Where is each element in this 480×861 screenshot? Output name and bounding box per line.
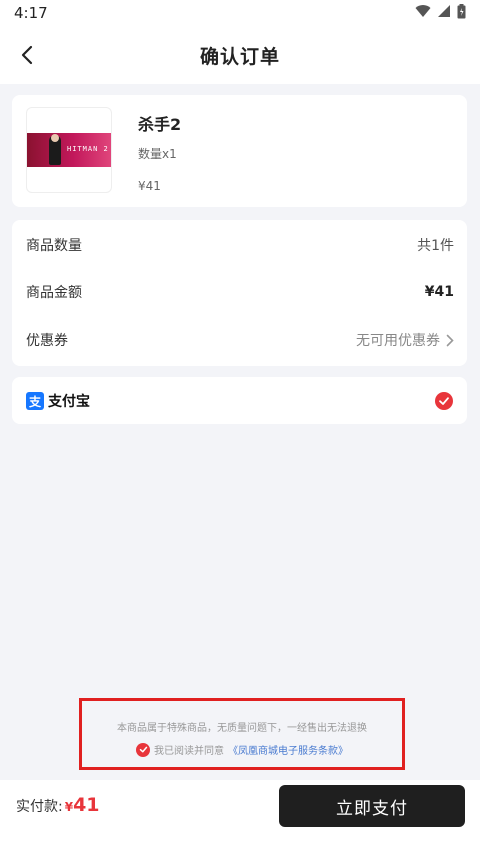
status-time: 4:17 <box>14 4 48 22</box>
check-icon <box>439 396 449 405</box>
summary-label: 商品数量 <box>26 238 82 254</box>
checkout-bar: 实付款: ¥41 立即支付 <box>0 780 480 861</box>
product-card[interactable]: HITMAN 2 杀手2 数量x1 ¥41 <box>12 95 467 207</box>
summary-value: 共1件 <box>417 238 454 254</box>
cover-figure-head <box>51 134 59 142</box>
order-summary-card: 商品数量 共1件 商品金额 ¥41 优惠券 无可用优惠券 <box>12 220 467 366</box>
total-group: 实付款: ¥41 <box>16 794 100 816</box>
page-title: 确认订单 <box>199 45 280 68</box>
agreement-row: 我已阅读并同意 《凤凰商城电子服务条款》 <box>82 742 402 757</box>
product-price: ¥41 <box>138 179 161 193</box>
summary-label: 商品金额 <box>26 285 82 301</box>
chevron-right-icon <box>446 334 454 346</box>
summary-value: ¥41 <box>424 284 454 300</box>
no-return-notice: 本商品属于特殊商品，无质量问题下，一经售出无法退换 <box>117 723 367 734</box>
payment-method-card[interactable]: 支 支付宝 <box>12 377 467 424</box>
signal-icon <box>437 4 451 22</box>
product-name: 杀手2 <box>138 115 182 134</box>
product-thumbnail[interactable]: HITMAN 2 <box>26 107 112 193</box>
status-icons <box>415 3 466 23</box>
coupon-value: 无可用优惠券 <box>356 333 440 349</box>
product-cover-art: HITMAN 2 <box>27 133 111 167</box>
page-header: 确认订单 <box>0 26 480 84</box>
battery-icon <box>457 3 466 23</box>
wifi-icon <box>415 4 431 22</box>
coupon-selector[interactable]: 无可用优惠券 <box>356 330 454 350</box>
summary-row-amount: 商品金额 ¥41 <box>26 280 454 304</box>
back-button[interactable] <box>12 40 42 70</box>
summary-row-quantity: 商品数量 共1件 <box>26 233 454 257</box>
alipay-icon: 支 <box>26 391 44 410</box>
order-confirm-screen: 4:17 确认订单 HITMAN 2 杀手2 数量x1 ¥41 商品数量 共1件… <box>0 0 480 861</box>
product-quantity: 数量x1 <box>138 147 177 161</box>
summary-label: 优惠券 <box>26 333 68 349</box>
pay-now-button[interactable]: 立即支付 <box>279 785 465 827</box>
agreement-text: 我已阅读并同意 <box>154 746 224 757</box>
notice-box: 本商品属于特殊商品，无质量问题下，一经售出无法退换 我已阅读并同意 《凤凰商城电… <box>79 698 405 770</box>
svg-text:支: 支 <box>28 394 42 408</box>
check-icon <box>139 746 147 753</box>
payment-method-name: 支付宝 <box>48 393 90 410</box>
back-arrow-icon <box>21 45 33 65</box>
total-value: 41 <box>73 794 100 816</box>
total-amount: ¥41 <box>65 794 100 816</box>
status-bar: 4:17 <box>0 0 480 26</box>
terms-link[interactable]: 《凤凰商城电子服务条款》 <box>228 742 348 757</box>
cover-logo-text: HITMAN 2 <box>67 145 109 153</box>
agreement-checkbox[interactable] <box>136 742 150 757</box>
total-currency: ¥ <box>64 800 74 814</box>
total-label: 实付款: <box>16 799 63 815</box>
summary-row-coupon[interactable]: 优惠券 无可用优惠券 <box>26 328 454 352</box>
payment-selected-radio[interactable] <box>435 391 453 410</box>
